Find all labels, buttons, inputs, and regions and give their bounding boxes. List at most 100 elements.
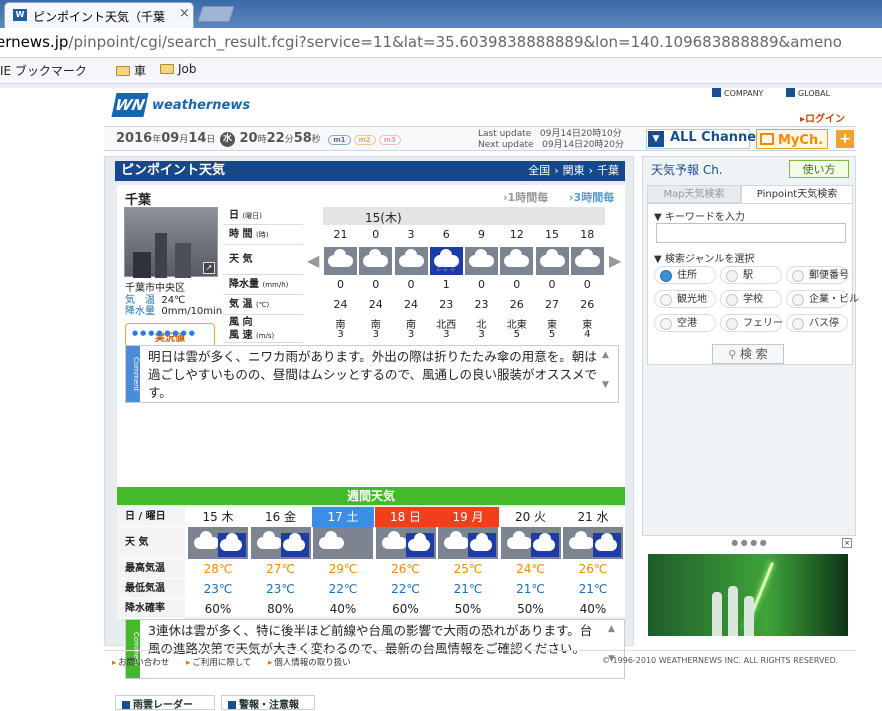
week-day-column: 16 金 27℃ 23℃ 80%: [249, 507, 312, 619]
week-day-label: 15 木: [187, 507, 249, 527]
week-day-column: 15 木 28℃ 23℃ 60%: [187, 507, 249, 619]
next-arrow-icon[interactable]: ▶: [609, 251, 621, 275]
cloud-shape: [539, 249, 565, 267]
cloud-rain-icon: [188, 527, 248, 559]
rain-shape: [593, 533, 621, 557]
wind-speed-cell: 5: [513, 329, 520, 340]
tab-warnings[interactable]: 警報・注意報: [221, 695, 315, 711]
footer-contact-link[interactable]: お問い合わせ: [112, 656, 169, 668]
link-3hour[interactable]: ›3時間毎: [569, 189, 614, 205]
all-channel-button[interactable]: ▼ ALL Channel: [646, 129, 761, 149]
mych-label: MyCh.: [778, 133, 824, 148]
genre-radio[interactable]: 学校: [720, 290, 782, 308]
scroll-up-icon[interactable]: ▲: [608, 624, 622, 634]
bookmark-job[interactable]: Job: [160, 62, 197, 76]
genre-radio[interactable]: バス停: [786, 314, 848, 332]
mych-button[interactable]: MyCh.: [756, 129, 828, 149]
mode-pill[interactable]: m2: [353, 135, 376, 145]
url-path: /pinpoint/cgi/search_result.fcgi?service…: [68, 33, 842, 51]
tv-icon: [760, 133, 774, 145]
new-tab-button[interactable]: [197, 6, 235, 22]
row-label-time: 時 間 (時): [223, 225, 303, 245]
search-button[interactable]: ⚲ 検 索: [712, 344, 784, 364]
genre-radio[interactable]: 住所: [654, 266, 716, 284]
precip-cell: 0: [548, 278, 556, 291]
breadcrumb-kanto[interactable]: 関東: [563, 164, 585, 177]
station-rain: 降水量 0mm/10min: [125, 302, 222, 317]
cloud-rain-icon: [500, 527, 561, 559]
wind-speed-cell: 3: [407, 329, 415, 340]
tab-map-search[interactable]: Map天気検索: [647, 185, 741, 203]
page: WN weathernews COMPANY GLOBAL ▸ログイン 2016…: [0, 88, 882, 711]
keyword-input[interactable]: [656, 223, 846, 243]
tab-close-icon[interactable]: ×: [179, 6, 190, 21]
weekly-title: 週間天気: [117, 487, 625, 505]
scroll-up-icon[interactable]: ▲: [602, 350, 616, 360]
current-datetime: 2016年09月14日 水 20時22分58秒 m1 m2 m3: [116, 131, 401, 147]
genre-radio[interactable]: フェリー: [720, 314, 783, 332]
week-high: 28℃: [203, 562, 233, 576]
week-rain-prob: 40%: [579, 602, 607, 616]
figure-decor: [712, 592, 722, 636]
last-update-value: 09月14日20時10分: [539, 129, 622, 139]
breadcrumb-national[interactable]: 全国: [528, 164, 550, 177]
genre-radio[interactable]: 駅: [720, 266, 782, 284]
cloud-shape: [469, 249, 494, 267]
genre-radio[interactable]: 郵便番号: [786, 266, 849, 284]
genre-radio[interactable]: 企業・ビル: [786, 290, 859, 308]
breadcrumb-chiba[interactable]: 千葉: [597, 164, 619, 177]
tab-pinpoint-search[interactable]: Pinpoint天気検索: [741, 185, 853, 203]
expand-icon[interactable]: ↗: [203, 262, 215, 274]
observation-button[interactable]: ●●●●●●●● 実況値: [125, 323, 215, 347]
prev-arrow-icon[interactable]: ◀: [307, 251, 319, 275]
label-text: 降水量: [229, 279, 259, 290]
mode-pill[interactable]: m1: [328, 135, 351, 145]
link-1hour[interactable]: ›1時間毎: [503, 189, 548, 205]
logo-mark[interactable]: WN: [111, 93, 149, 117]
cloud-shape: [319, 531, 344, 549]
panel-title: ピンポイント天気: [121, 163, 226, 178]
rain-value: 0mm/10min: [161, 306, 223, 317]
week-low: 23℃: [203, 582, 233, 596]
genre-radio[interactable]: 観光地: [654, 290, 716, 308]
hour-cell: 21: [333, 228, 348, 241]
bookmark-ie[interactable]: IE ブックマーク: [0, 62, 87, 79]
week-day-label: 18 日: [374, 507, 437, 527]
cloud-shape: [381, 531, 407, 549]
usage-button[interactable]: 使い方: [789, 160, 849, 178]
login-link[interactable]: ▸ログイン: [800, 110, 845, 125]
footer-privacy-link[interactable]: 個人情報の取り扱い: [268, 656, 351, 668]
daily-comment: Comment 明日は雲が多く、ニワカ雨があります。外出の際は折りたたみ傘の用意…: [125, 345, 619, 403]
url-text[interactable]: ernews.jp/pinpoint/cgi/search_result.fcg…: [0, 33, 842, 51]
live-camera-photo[interactable]: ↗: [124, 207, 218, 278]
wind-speed-cell: 3: [372, 329, 379, 340]
tab-label: 雨雲レーダー: [133, 700, 193, 711]
close-ad-icon[interactable]: ×: [842, 538, 852, 548]
browser-tab[interactable]: W ピンポイント天気（千葉 ×: [4, 2, 194, 28]
breadcrumb-sep: ›: [588, 164, 593, 177]
week-day-label: 20 火: [499, 507, 562, 527]
label-unit: (曜日): [242, 212, 262, 220]
hour-cell: 0: [372, 228, 380, 241]
company-link[interactable]: COMPANY: [712, 88, 763, 100]
genre-radio[interactable]: 空港: [654, 314, 716, 332]
ad-banner[interactable]: [648, 554, 848, 636]
logo-text[interactable]: weathernews: [152, 98, 250, 113]
address-bar[interactable]: ernews.jp/pinpoint/cgi/search_result.fcg…: [0, 28, 882, 58]
bookmark-car[interactable]: 車: [116, 62, 146, 79]
week-day-column: 20 火 24℃ 21℃ 50%: [499, 507, 562, 619]
search-tabs: Map天気検索 Pinpoint天気検索: [647, 185, 853, 203]
scroll-down-icon[interactable]: ▼: [602, 380, 616, 390]
global-link[interactable]: GLOBAL: [786, 88, 830, 100]
hourly-grid: 21 0 24 南 3 0 0 24 南 3 3 0 24 南 3 6 ⁘⁘⁘ 1 23 北西 3 9 0 23 北 3 12 0 26…: [323, 225, 605, 345]
search-panel: 天気予報 Ch. 使い方 Map天気検索 Pinpoint天気検索 ▼ キーワー…: [642, 156, 859, 536]
precip-cell: 1: [442, 278, 450, 291]
carousel-dots[interactable]: ● ● ● ●: [642, 538, 856, 550]
add-channel-button[interactable]: +: [836, 130, 854, 148]
footer-terms-link[interactable]: ご利用に際して: [186, 656, 251, 668]
week-high: 26℃: [578, 562, 608, 576]
info-bar: 2016年09月14日 水 20時22分58秒 m1 m2 m3 Last upda…: [104, 126, 856, 151]
tab-rain-radar[interactable]: 雨雲レーダー: [115, 695, 215, 711]
bookmarks-bar: IE ブックマーク 車 Job: [0, 58, 882, 84]
mode-pill[interactable]: m3: [378, 135, 401, 145]
